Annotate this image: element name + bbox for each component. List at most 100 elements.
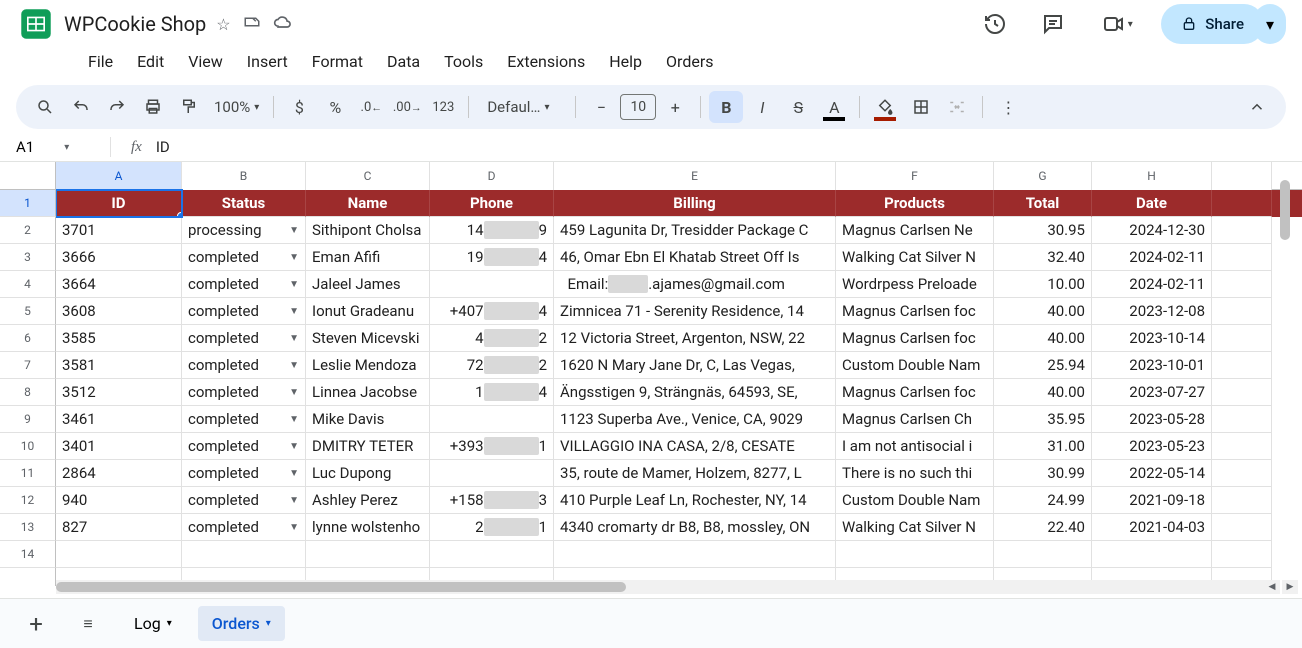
- cell[interactable]: [1212, 244, 1272, 271]
- column-header[interactable]: G: [994, 162, 1092, 190]
- cell[interactable]: completed▼: [182, 433, 306, 460]
- cell[interactable]: 32.40: [994, 244, 1092, 271]
- cell[interactable]: Magnus Carlsen Ne: [836, 217, 994, 244]
- cell[interactable]: 35, route de Mamer, Holzem, 8277, L: [554, 460, 836, 487]
- cell[interactable]: 2023-05-28: [1092, 406, 1212, 433]
- cell[interactable]: 3701: [56, 217, 182, 244]
- cell[interactable]: 2864: [56, 460, 182, 487]
- header-cell[interactable]: ID: [56, 190, 182, 217]
- menu-extensions[interactable]: Extensions: [497, 48, 595, 75]
- vertical-scrollbar[interactable]: [1278, 180, 1292, 578]
- cell[interactable]: 30.95: [994, 217, 1092, 244]
- comment-icon[interactable]: [1033, 4, 1073, 44]
- cell[interactable]: 410 Purple Leaf Ln, Rochester, NY, 14: [554, 487, 836, 514]
- sheet-tab-log[interactable]: Log▾: [120, 606, 186, 641]
- merge-button[interactable]: [940, 91, 974, 123]
- cell[interactable]: [1212, 379, 1272, 406]
- dropdown-icon[interactable]: ▼: [289, 360, 299, 371]
- collapse-toolbar-icon[interactable]: [1240, 91, 1274, 123]
- row-header[interactable]: 9: [0, 406, 56, 433]
- row-header[interactable]: 8: [0, 379, 56, 406]
- cell[interactable]: Magnus Carlsen foc: [836, 325, 994, 352]
- font-dropdown[interactable]: Defaul…▾: [477, 98, 567, 116]
- cell[interactable]: 40.00: [994, 298, 1092, 325]
- cell[interactable]: Email: .ajames@gmail.com: [554, 271, 836, 298]
- cell[interactable]: 42: [430, 325, 554, 352]
- cell[interactable]: 46, Omar Ebn El Khatab Street Off Is: [554, 244, 836, 271]
- column-header[interactable]: E: [554, 162, 836, 190]
- column-header[interactable]: A: [56, 162, 182, 190]
- cell[interactable]: 149: [430, 217, 554, 244]
- dropdown-icon[interactable]: ▼: [289, 252, 299, 263]
- cell[interactable]: Zimnicea 71 - Serenity Residence, 14: [554, 298, 836, 325]
- cell[interactable]: Steven Micevski: [306, 325, 430, 352]
- cell[interactable]: lynne wolstenho: [306, 514, 430, 541]
- cell[interactable]: [1212, 271, 1272, 298]
- cell[interactable]: 3581: [56, 352, 182, 379]
- cell[interactable]: Sithipont Cholsa: [306, 217, 430, 244]
- cell[interactable]: completed▼: [182, 379, 306, 406]
- cell[interactable]: 2023-12-08: [1092, 298, 1212, 325]
- meet-icon[interactable]: ▾: [1091, 4, 1143, 44]
- cell[interactable]: 194: [430, 244, 554, 271]
- share-dropdown[interactable]: ▾: [1254, 4, 1286, 44]
- cell[interactable]: Ionut Gradeanu: [306, 298, 430, 325]
- sheets-logo[interactable]: [16, 4, 56, 44]
- search-icon[interactable]: [28, 91, 62, 123]
- cell[interactable]: [430, 406, 554, 433]
- percent-icon[interactable]: %: [318, 91, 352, 123]
- menu-view[interactable]: View: [178, 48, 233, 75]
- cell[interactable]: 12 Victoria Street, Argenton, NSW, 22: [554, 325, 836, 352]
- cell[interactable]: 722: [430, 352, 554, 379]
- cell[interactable]: completed▼: [182, 514, 306, 541]
- header-cell[interactable]: Products: [836, 190, 994, 217]
- cell[interactable]: 24.99: [994, 487, 1092, 514]
- cell[interactable]: Mike Davis: [306, 406, 430, 433]
- cell[interactable]: [1212, 217, 1272, 244]
- fill-color-button[interactable]: [868, 91, 902, 123]
- history-icon[interactable]: [975, 4, 1015, 44]
- cell[interactable]: 30.99: [994, 460, 1092, 487]
- decrease-decimal-icon[interactable]: .0←: [354, 91, 388, 123]
- cell[interactable]: 3401: [56, 433, 182, 460]
- cell[interactable]: [1212, 460, 1272, 487]
- cell[interactable]: completed▼: [182, 352, 306, 379]
- cell[interactable]: 827: [56, 514, 182, 541]
- dropdown-icon[interactable]: ▼: [289, 306, 299, 317]
- cell[interactable]: 1620 N Mary Jane Dr, C, Las Vegas,: [554, 352, 836, 379]
- cell[interactable]: [1212, 352, 1272, 379]
- italic-button[interactable]: I: [745, 91, 779, 123]
- header-cell[interactable]: Billing: [554, 190, 836, 217]
- cell[interactable]: 2023-10-01: [1092, 352, 1212, 379]
- cell[interactable]: 2021-04-03: [1092, 514, 1212, 541]
- move-icon[interactable]: [243, 13, 261, 35]
- cell[interactable]: [1212, 325, 1272, 352]
- cell[interactable]: VILLAGGIO INA CASA, 2/8, CESATE: [554, 433, 836, 460]
- cell[interactable]: 40.00: [994, 325, 1092, 352]
- cell[interactable]: 14: [430, 379, 554, 406]
- cell[interactable]: 2022-05-14: [1092, 460, 1212, 487]
- cell[interactable]: 40.00: [994, 379, 1092, 406]
- cell[interactable]: processing▼: [182, 217, 306, 244]
- cell[interactable]: 2023-10-14: [1092, 325, 1212, 352]
- cell[interactable]: Eman Afifi: [306, 244, 430, 271]
- cell[interactable]: 2023-05-23: [1092, 433, 1212, 460]
- cell[interactable]: 3608: [56, 298, 182, 325]
- name-box[interactable]: A1 ▾: [10, 138, 110, 156]
- row-header[interactable]: 5: [0, 298, 56, 325]
- menu-data[interactable]: Data: [377, 48, 430, 75]
- menu-file[interactable]: File: [78, 48, 123, 75]
- print-icon[interactable]: [136, 91, 170, 123]
- increase-font-icon[interactable]: +: [658, 91, 692, 123]
- row-header[interactable]: 7: [0, 352, 56, 379]
- cell[interactable]: completed▼: [182, 244, 306, 271]
- sheet-tab-orders[interactable]: Orders▾: [198, 606, 285, 641]
- menu-orders[interactable]: Orders: [656, 48, 723, 75]
- dropdown-icon[interactable]: ▼: [289, 468, 299, 479]
- redo-icon[interactable]: [100, 91, 134, 123]
- scroll-right-icon[interactable]: ▶: [1282, 580, 1298, 594]
- cell[interactable]: Magnus Carlsen foc: [836, 298, 994, 325]
- dropdown-icon[interactable]: ▼: [289, 387, 299, 398]
- menu-help[interactable]: Help: [599, 48, 652, 75]
- strikethrough-button[interactable]: S: [781, 91, 815, 123]
